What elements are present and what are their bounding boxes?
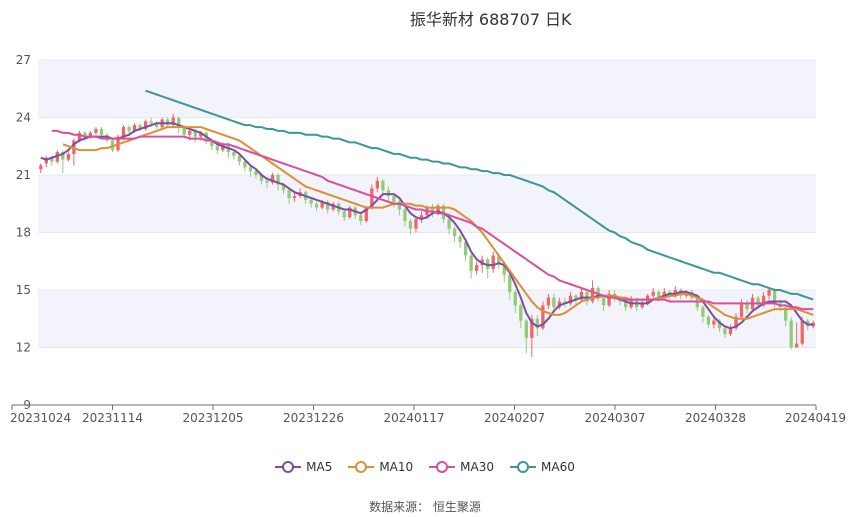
candle-body: [99, 129, 104, 135]
candle-body: [292, 196, 297, 198]
y-tick-label: 24: [16, 111, 31, 125]
candle-body: [800, 320, 804, 344]
legend: MA5 MA10 MA30 MA60: [0, 458, 850, 476]
candle-body: [519, 305, 523, 321]
x-tick-label: 20240328: [685, 411, 746, 425]
x-tick-label: 20231024: [10, 411, 71, 425]
y-tick-label: 27: [16, 53, 31, 67]
candle-body: [651, 291, 655, 296]
candle-body: [475, 265, 479, 271]
candle-body: [552, 297, 556, 308]
legend-item-ma30[interactable]: MA30: [429, 458, 494, 476]
x-tick-label: 20231205: [182, 411, 243, 425]
grid-bands: [38, 60, 816, 348]
candle-body: [447, 219, 451, 229]
candle-body: [375, 180, 379, 189]
candle-body: [706, 316, 711, 325]
legend-marker-ma5: [275, 461, 302, 473]
candle-body: [392, 196, 396, 202]
legend-item-ma5[interactable]: MA5: [275, 458, 332, 476]
y-tick-label: 18: [16, 226, 31, 240]
candle-body: [513, 291, 517, 306]
candle-body: [491, 255, 495, 269]
candle-body: [188, 130, 192, 135]
candle-body: [795, 343, 799, 348]
candle-body: [767, 290, 771, 296]
candle-body: [39, 165, 43, 170]
candle-body: [94, 129, 98, 133]
candle-body: [127, 127, 131, 131]
candle-body: [601, 297, 606, 306]
candle-body: [590, 288, 595, 302]
x-axis: 20231024 20231114 20231205 20231226 20240117…: [10, 404, 846, 425]
candle-body: [408, 221, 413, 229]
candle-body: [309, 199, 313, 204]
candle-body: [232, 152, 236, 156]
x-tick-label: 20240207: [484, 411, 545, 425]
candle-body: [723, 328, 727, 335]
x-tick-label: 20240419: [785, 411, 846, 425]
candle-body: [237, 155, 242, 162]
candle-body: [66, 153, 71, 160]
candle-body: [314, 203, 319, 208]
candle-body: [215, 146, 219, 151]
x-tick-label: 20240307: [584, 411, 645, 425]
x-tick-label: 20231114: [82, 411, 143, 425]
legend-label-ma60: MA60: [541, 460, 575, 474]
legend-label-ma10: MA10: [379, 460, 414, 474]
candle-body: [458, 236, 462, 243]
candle-body: [524, 320, 528, 338]
candle-body: [265, 180, 269, 183]
candle-body: [243, 161, 247, 168]
candle-body: [149, 121, 153, 124]
grid-band: [38, 175, 816, 233]
data-source: 数据来源： 恒生聚源: [369, 500, 481, 514]
candle-body: [739, 303, 744, 317]
candle-body: [342, 211, 346, 218]
grid-band: [38, 60, 816, 118]
legend-marker-ma60: [510, 461, 537, 473]
legend-label-ma5: MA5: [306, 460, 333, 474]
candle-body: [701, 307, 705, 317]
candle-body: [789, 320, 793, 348]
x-tick-label: 20240117: [383, 411, 444, 425]
candlestick-chart: 9121518212427 20231024 20231114 20231205 20…: [10, 53, 846, 425]
legend-label-ma30: MA30: [460, 460, 495, 474]
legend-marker-ma30: [429, 461, 456, 473]
y-tick-label: 12: [16, 341, 31, 355]
x-tick-label: 20231226: [283, 411, 344, 425]
candle-body: [546, 297, 551, 306]
candle-body: [469, 255, 473, 271]
candle-body: [381, 180, 385, 191]
candle-body: [712, 320, 716, 325]
candle-body: [403, 209, 407, 221]
candle-body: [248, 167, 253, 172]
candle-body: [287, 190, 291, 198]
legend-marker-ma10: [348, 461, 375, 473]
candle-body: [452, 228, 457, 237]
candle-body: [414, 219, 418, 229]
legend-item-ma10[interactable]: MA10: [348, 458, 413, 476]
y-axis: 9121518212427: [16, 53, 31, 412]
y-tick-label: 15: [16, 283, 31, 297]
y-tick-label: 21: [16, 168, 31, 182]
legend-item-ma60[interactable]: MA60: [510, 458, 575, 476]
candle-body: [359, 215, 363, 221]
